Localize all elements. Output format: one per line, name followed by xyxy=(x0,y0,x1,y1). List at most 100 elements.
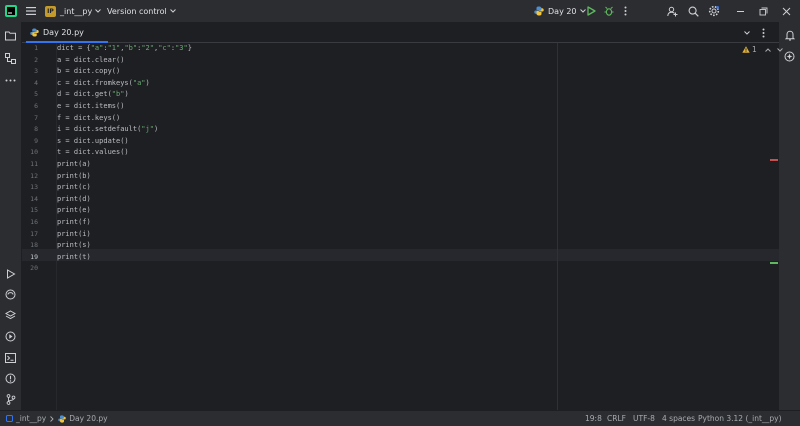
line-number: 13 xyxy=(30,183,38,192)
git-branch-icon[interactable] xyxy=(4,393,17,406)
tab-more-icon[interactable] xyxy=(762,22,765,44)
line-number: 10 xyxy=(30,148,38,157)
indent-setting[interactable]: 4 spaces xyxy=(662,411,695,426)
module-icon xyxy=(6,415,13,422)
minimize-icon[interactable] xyxy=(736,0,745,22)
code-line[interactable]: print(c) xyxy=(57,182,91,194)
line-number: 2 xyxy=(34,55,38,64)
tab-chevron-down-icon[interactable] xyxy=(744,22,750,44)
right-tool-strip xyxy=(778,22,800,410)
vcs-widget[interactable]: Version control xyxy=(107,0,176,22)
line-number: 4 xyxy=(34,78,38,87)
code-line[interactable]: print(s) xyxy=(57,240,91,252)
code-line[interactable]: b = dict.copy() xyxy=(57,66,120,78)
line-number: 11 xyxy=(30,160,38,168)
breadcrumb[interactable]: _int__py Day 20.py xyxy=(6,411,108,426)
code-line[interactable]: print(b) xyxy=(57,171,91,183)
python-file-icon xyxy=(58,414,66,423)
add-user-icon[interactable] xyxy=(667,0,678,22)
python-interpreter[interactable]: Python 3.12 (_int__py) xyxy=(698,411,782,426)
change-stripe-marker[interactable] xyxy=(770,262,778,264)
code-line[interactable]: f = dict.keys() xyxy=(57,113,120,125)
more-tools-icon[interactable] xyxy=(4,74,17,87)
python-packages-icon[interactable] xyxy=(4,288,17,301)
app-logo-icon[interactable] xyxy=(5,0,17,22)
warning-count: 1 xyxy=(752,45,757,54)
settings-gear-icon[interactable] xyxy=(708,0,720,22)
line-number: 14 xyxy=(30,194,38,203)
structure-icon[interactable] xyxy=(4,52,17,65)
run-tool-icon[interactable] xyxy=(4,267,17,280)
code-line[interactable]: print(f) xyxy=(57,217,91,229)
caret-position[interactable]: 19:8 xyxy=(585,411,602,426)
python-file-icon xyxy=(30,27,39,37)
tab-label: Day 20.py xyxy=(43,27,84,37)
services-icon[interactable] xyxy=(4,330,17,343)
notifications-bell-icon[interactable] xyxy=(783,29,796,42)
run-config-selector[interactable]: Day 20 xyxy=(534,0,586,22)
code-line[interactable]: s = dict.update() xyxy=(57,136,129,148)
run-config-name: Day 20 xyxy=(548,6,577,16)
warning-icon xyxy=(742,46,750,53)
breadcrumb-file[interactable]: Day 20.py xyxy=(69,411,107,426)
code-line[interactable]: d = dict.get("b") xyxy=(57,89,129,101)
project-badge: IP xyxy=(45,5,56,17)
code-line[interactable]: dict = {"a":"1","b":"2","c":"3"} xyxy=(57,43,192,55)
error-stripe-marker[interactable] xyxy=(770,159,778,161)
python-icon xyxy=(534,6,544,16)
chevron-down-icon[interactable] xyxy=(776,47,783,52)
file-encoding[interactable]: UTF-8 xyxy=(633,411,655,426)
code-line[interactable]: print(d) xyxy=(57,194,91,206)
code-line[interactable]: i = dict.setdefault("j") xyxy=(57,124,158,136)
line-number: 1 xyxy=(34,44,38,52)
breadcrumb-project[interactable]: _int__py xyxy=(16,411,46,426)
line-number: 7 xyxy=(34,113,38,122)
line-number: 17 xyxy=(30,229,38,238)
more-actions-icon[interactable] xyxy=(624,0,627,22)
close-icon[interactable] xyxy=(782,0,791,22)
code-line[interactable]: a = dict.clear() xyxy=(57,55,124,67)
search-icon[interactable] xyxy=(688,0,699,22)
line-number: 9 xyxy=(34,136,38,145)
line-separator[interactable]: CRLF xyxy=(607,411,626,426)
vcs-label: Version control xyxy=(107,6,167,16)
layers-icon[interactable] xyxy=(4,309,17,322)
terminal-icon[interactable] xyxy=(4,351,17,364)
code-line[interactable]: print(e) xyxy=(57,205,91,217)
right-margin-guide xyxy=(557,43,558,410)
code-line[interactable]: c = dict.fromkeys("a") xyxy=(57,78,150,90)
title-bar: IP _int__py Version control Day 20 xyxy=(0,0,800,22)
debug-button[interactable] xyxy=(604,0,614,22)
code-line[interactable]: print(a) xyxy=(57,159,91,171)
restore-icon[interactable] xyxy=(759,0,768,22)
status-bar: _int__py Day 20.py 19:8 CRLF UTF-8 4 spa… xyxy=(0,410,800,426)
inspection-widget[interactable]: 1 xyxy=(742,45,783,54)
chevron-up-icon[interactable] xyxy=(764,47,771,52)
tab-day-20-py[interactable]: Day 20.py xyxy=(26,22,108,43)
line-number: 8 xyxy=(34,125,38,134)
code-line[interactable]: e = dict.items() xyxy=(57,101,124,113)
line-number: 19 xyxy=(30,252,38,261)
project-folder-icon[interactable] xyxy=(4,29,17,42)
code-line[interactable]: t = dict.values() xyxy=(57,147,129,159)
line-number: 5 xyxy=(34,90,38,99)
code-line[interactable]: print(i) xyxy=(57,229,91,241)
chevron-down-icon xyxy=(95,9,102,13)
chevron-down-icon xyxy=(579,9,586,13)
line-number-gutter: 1 2 3 4 5 6 7 8 9 10 11 12 13 14 15 16 17 18 19 20 xyxy=(22,43,56,410)
chevron-right-icon xyxy=(50,415,54,422)
main-menu-icon[interactable] xyxy=(26,0,36,22)
line-number: 3 xyxy=(34,67,38,76)
line-number: 18 xyxy=(30,241,38,250)
line-number: 6 xyxy=(34,102,38,110)
line-number: 12 xyxy=(30,171,38,180)
project-switcher[interactable]: IP _int__py xyxy=(45,0,102,22)
run-button[interactable] xyxy=(587,0,596,22)
line-number: 16 xyxy=(30,218,38,226)
project-name: _int__py xyxy=(60,6,93,16)
ai-assistant-icon[interactable] xyxy=(783,50,796,63)
code-editor[interactable]: 1 2 3 4 5 6 7 8 9 10 11 12 13 14 15 16 17 18 19 20 dict = {… xyxy=(22,43,779,410)
chevron-down-icon xyxy=(169,9,176,13)
code-line[interactable]: print(t) xyxy=(57,252,91,264)
problems-icon[interactable] xyxy=(4,372,17,385)
